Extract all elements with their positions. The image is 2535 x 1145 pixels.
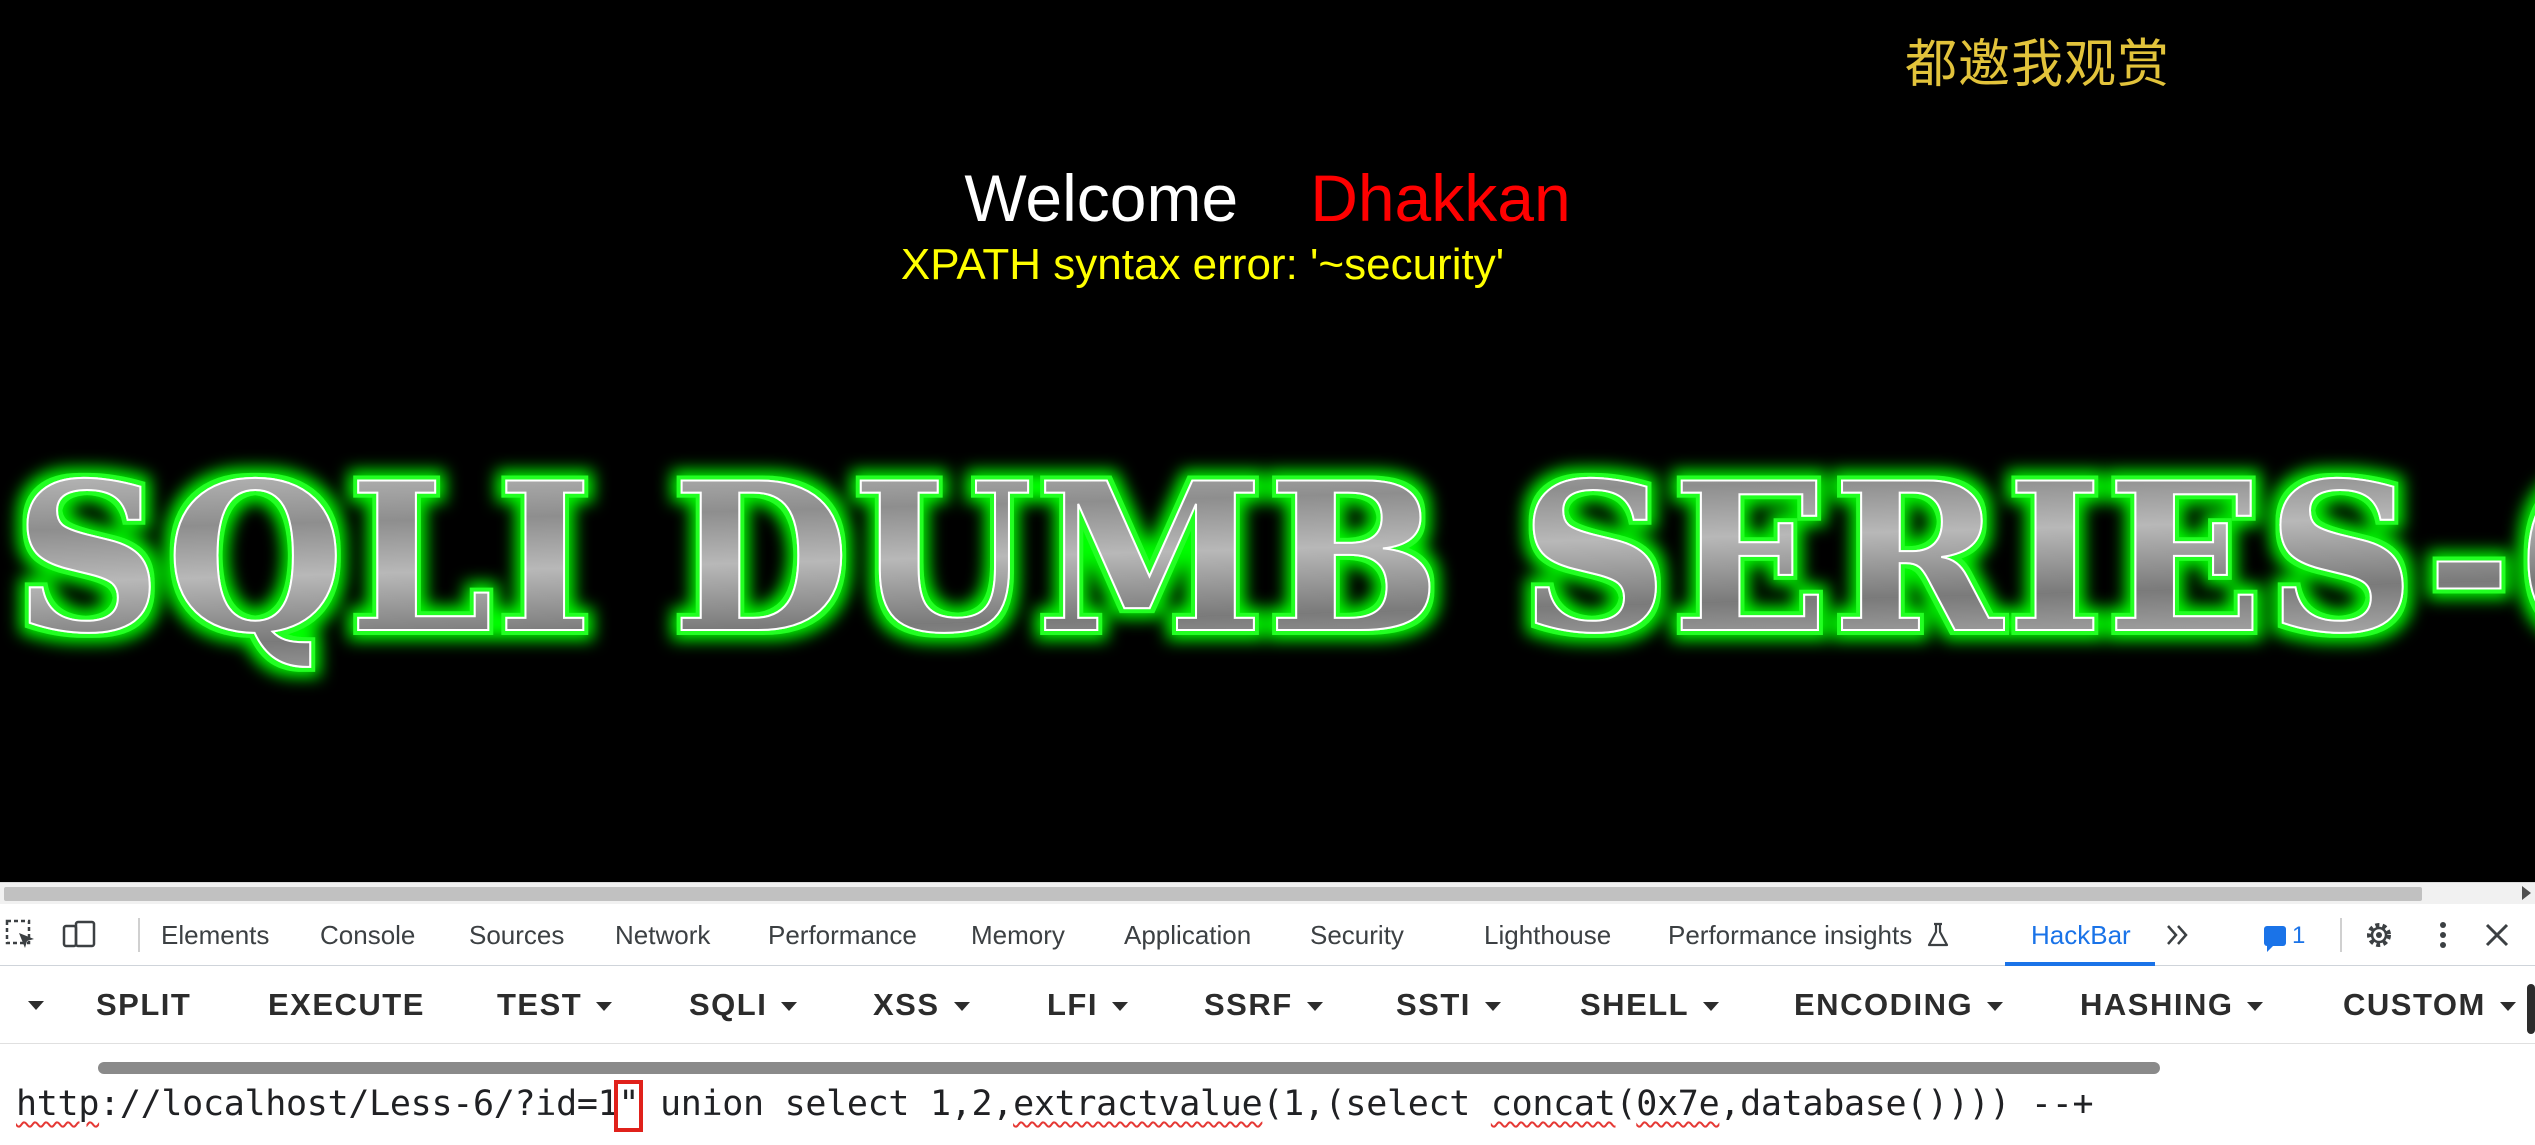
error-message: XPATH syntax error: '~security': [900, 240, 1505, 289]
tab-security[interactable]: Security: [1310, 904, 1404, 966]
test-menu[interactable]: TEST: [497, 966, 613, 1043]
url-segment: 0x7e: [1636, 1084, 1720, 1124]
sqli-menu-label: SQLI: [689, 987, 768, 1022]
chevron-down-icon: [596, 1002, 613, 1012]
watermark-text: 都邀我观赏: [1905, 35, 2171, 95]
welcome-label: Welcome: [964, 161, 1239, 235]
chevron-down-icon: [1306, 1002, 1323, 1012]
chevron-down-icon: [2499, 1002, 2516, 1012]
chevron-down-icon: [781, 1002, 798, 1012]
hackbar-toolbar: SPLIT EXECUTE TEST SQLI XSS LFI SSRF SST…: [0, 966, 2535, 1044]
encoding-menu[interactable]: ENCODING: [1794, 966, 2004, 1043]
tab-application[interactable]: Application: [1124, 904, 1251, 966]
flask-icon: [1928, 922, 1949, 947]
tab-console[interactable]: Console: [320, 904, 415, 966]
messages-icon: [2264, 926, 2286, 952]
tab-lighthouse[interactable]: Lighthouse: [1484, 904, 1611, 966]
tab-performance-insights-label: Performance insights: [1668, 920, 1913, 950]
chevron-down-icon: [1112, 1002, 1128, 1012]
scroll-right-arrow-icon[interactable]: [2522, 886, 2531, 900]
sqli-menu[interactable]: SQLI: [689, 966, 798, 1043]
more-options-icon[interactable]: [2426, 918, 2460, 952]
tab-memory[interactable]: Memory: [971, 904, 1065, 966]
shell-menu-label: SHELL: [1580, 987, 1690, 1022]
test-menu-label: TEST: [497, 987, 583, 1022]
more-tabs-icon[interactable]: [2162, 918, 2196, 952]
url-segment: http: [16, 1084, 100, 1124]
url-input-text[interactable]: http://localhost/Less-6/?id=1" union sel…: [16, 1084, 2094, 1124]
chevron-down-icon: [1703, 1002, 1720, 1012]
custom-menu-label: CUSTOM: [2343, 987, 2486, 1022]
custom-menu[interactable]: CUSTOM: [2343, 966, 2516, 1043]
issues-count: 1: [2292, 922, 2306, 949]
tab-performance[interactable]: Performance: [768, 904, 917, 966]
url-segment: union select 1,2,: [639, 1084, 1014, 1124]
tab-hackbar[interactable]: HackBar: [2005, 904, 2155, 966]
url-segment: (: [1615, 1084, 1637, 1124]
scrollbar-thumb[interactable]: [4, 887, 2422, 901]
close-icon[interactable]: [2480, 918, 2514, 952]
inspect-element-icon[interactable]: [4, 918, 38, 952]
chevron-down-icon: [1484, 1002, 1501, 1012]
chevron-down-icon: [1987, 1002, 2004, 1012]
xss-menu[interactable]: XSS: [873, 966, 970, 1043]
devtools-tabbar: Elements Console Sources Network Perform…: [0, 904, 2535, 966]
chevron-down-icon: [953, 1002, 970, 1012]
page-viewport: 都邀我观赏 Welcome Dhakkan XPATH syntax error:…: [0, 0, 2535, 882]
url-segment: extractvalue: [1013, 1084, 1263, 1124]
hashing-menu-label: HASHING: [2080, 987, 2234, 1022]
url-segment: concat: [1490, 1084, 1616, 1124]
welcome-row: Welcome Dhakkan: [0, 160, 2535, 236]
ssti-menu-label: SSTI: [1396, 987, 1471, 1022]
tab-performance-insights[interactable]: Performance insights: [1668, 904, 1949, 966]
welcome-name: Dhakkan: [1310, 161, 1571, 235]
lfi-menu-label: LFI: [1047, 987, 1098, 1022]
hackbar-url-field[interactable]: http://localhost/Less-6/?id=1" union sel…: [0, 1044, 2535, 1145]
highlighted-quote: ": [618, 1084, 640, 1124]
settings-icon[interactable]: [2362, 918, 2396, 952]
encoding-menu-label: ENCODING: [1794, 987, 1974, 1022]
banner-text: SQLI DUMB SERIES-6: [14, 440, 2535, 679]
lfi-menu[interactable]: LFI: [1047, 966, 1128, 1043]
url-segment: (1,(select: [1262, 1084, 1491, 1124]
hackbar-menu-caret-icon[interactable]: [28, 1001, 44, 1010]
chevron-down-icon: [2247, 1002, 2264, 1012]
shell-menu[interactable]: SHELL: [1580, 966, 1720, 1043]
ssrf-menu[interactable]: SSRF: [1204, 966, 1323, 1043]
tab-sources[interactable]: Sources: [469, 904, 564, 966]
xss-menu-label: XSS: [873, 987, 940, 1022]
tab-elements[interactable]: Elements: [161, 904, 269, 966]
devtools-panel: Elements Console Sources Network Perform…: [0, 904, 2535, 1145]
split-button[interactable]: SPLIT: [96, 966, 191, 1043]
url-segment: ://localhost/Less-6/?id=1: [99, 1084, 619, 1124]
ssti-menu[interactable]: SSTI: [1396, 966, 1501, 1043]
issues-badge[interactable]: 1: [2264, 921, 2306, 952]
ssrf-menu-label: SSRF: [1204, 987, 1293, 1022]
execute-button[interactable]: EXECUTE: [268, 966, 425, 1043]
sqli-banner-image: SQLI DUMB SERIES-6: [13, 440, 2535, 680]
tab-network[interactable]: Network: [615, 904, 710, 966]
device-toolbar-icon[interactable]: [62, 918, 96, 952]
hackbar-vertical-scrollbar[interactable]: [2527, 984, 2535, 1034]
url-horizontal-scrollbar[interactable]: [98, 1062, 2160, 1074]
url-segment: ,database()))) --+: [1719, 1084, 2094, 1124]
page-horizontal-scrollbar[interactable]: [0, 882, 2535, 904]
hashing-menu[interactable]: HASHING: [2080, 966, 2264, 1043]
